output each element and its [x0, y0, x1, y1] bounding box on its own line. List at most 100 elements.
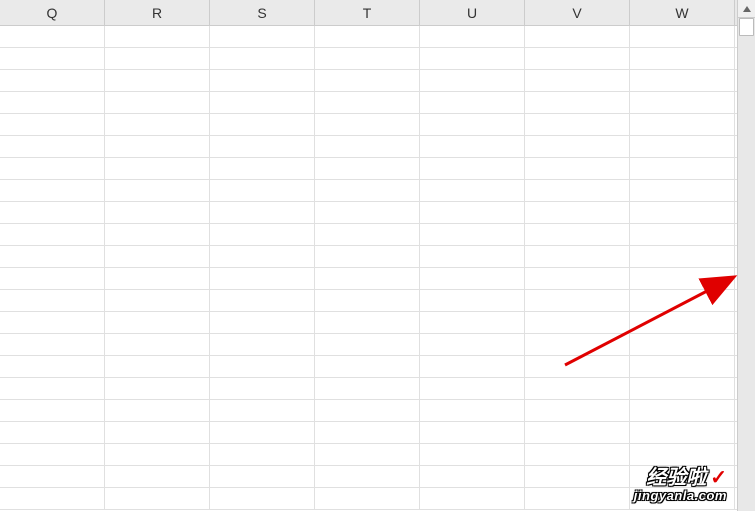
cell[interactable] [105, 180, 210, 201]
cell[interactable] [105, 334, 210, 355]
cell[interactable] [630, 378, 735, 399]
column-header-s[interactable]: S [210, 0, 315, 25]
cell[interactable] [0, 466, 105, 487]
cell[interactable] [105, 114, 210, 135]
cell[interactable] [210, 356, 315, 377]
cell[interactable] [210, 444, 315, 465]
cell[interactable] [210, 92, 315, 113]
cell[interactable] [420, 92, 525, 113]
scroll-track[interactable] [738, 18, 755, 511]
cell[interactable] [630, 246, 735, 267]
cell[interactable] [630, 444, 735, 465]
cell[interactable] [315, 268, 420, 289]
cell[interactable] [630, 70, 735, 91]
cell[interactable] [210, 70, 315, 91]
cell[interactable] [210, 158, 315, 179]
cell[interactable] [105, 290, 210, 311]
column-header-v[interactable]: V [525, 0, 630, 25]
cell[interactable] [105, 356, 210, 377]
cell[interactable] [315, 70, 420, 91]
cell[interactable] [210, 202, 315, 223]
cell[interactable] [420, 136, 525, 157]
cell[interactable] [420, 48, 525, 69]
cell[interactable] [105, 224, 210, 245]
cell[interactable] [210, 224, 315, 245]
cell[interactable] [420, 378, 525, 399]
cell[interactable] [105, 444, 210, 465]
cell[interactable] [315, 158, 420, 179]
cell[interactable] [0, 202, 105, 223]
cell[interactable] [630, 268, 735, 289]
cell[interactable] [105, 202, 210, 223]
cell[interactable] [315, 48, 420, 69]
cell[interactable] [0, 180, 105, 201]
cell[interactable] [630, 136, 735, 157]
cell[interactable] [210, 268, 315, 289]
cell[interactable] [105, 378, 210, 399]
cell[interactable] [630, 466, 735, 487]
cell[interactable] [525, 488, 630, 509]
cell[interactable] [315, 180, 420, 201]
cell[interactable] [315, 356, 420, 377]
cell[interactable] [0, 290, 105, 311]
cell[interactable] [105, 48, 210, 69]
cell[interactable] [420, 400, 525, 421]
cell[interactable] [525, 312, 630, 333]
cell[interactable] [525, 48, 630, 69]
cell[interactable] [420, 422, 525, 443]
cell[interactable] [105, 136, 210, 157]
cell[interactable] [420, 158, 525, 179]
cell[interactable] [105, 312, 210, 333]
cell[interactable] [525, 70, 630, 91]
scroll-thumb[interactable] [739, 18, 754, 36]
cell[interactable] [420, 290, 525, 311]
cell[interactable] [420, 202, 525, 223]
cell[interactable] [315, 444, 420, 465]
cell[interactable] [105, 158, 210, 179]
cell[interactable] [420, 268, 525, 289]
cell[interactable] [315, 114, 420, 135]
cell[interactable] [210, 422, 315, 443]
cell[interactable] [315, 92, 420, 113]
cell[interactable] [0, 158, 105, 179]
cell[interactable] [525, 92, 630, 113]
cell[interactable] [630, 48, 735, 69]
cell[interactable] [210, 114, 315, 135]
cell[interactable] [210, 26, 315, 47]
cell[interactable] [210, 180, 315, 201]
cell[interactable] [630, 114, 735, 135]
cell[interactable] [210, 290, 315, 311]
cell[interactable] [315, 202, 420, 223]
cell[interactable] [630, 180, 735, 201]
cell[interactable] [315, 312, 420, 333]
cell[interactable] [525, 158, 630, 179]
cell[interactable] [0, 246, 105, 267]
cell[interactable] [0, 48, 105, 69]
cell[interactable] [315, 224, 420, 245]
cell[interactable] [0, 488, 105, 509]
cell[interactable] [0, 114, 105, 135]
column-header-r[interactable]: R [105, 0, 210, 25]
cell[interactable] [525, 422, 630, 443]
cell[interactable] [315, 334, 420, 355]
cell[interactable] [630, 312, 735, 333]
cell[interactable] [210, 488, 315, 509]
cell[interactable] [525, 202, 630, 223]
cell[interactable] [105, 246, 210, 267]
cell[interactable] [105, 488, 210, 509]
cell[interactable] [105, 466, 210, 487]
cell[interactable] [315, 378, 420, 399]
cell[interactable] [420, 488, 525, 509]
cell[interactable] [630, 422, 735, 443]
cell[interactable] [0, 378, 105, 399]
cell[interactable] [525, 246, 630, 267]
cell[interactable] [0, 312, 105, 333]
cell[interactable] [420, 70, 525, 91]
cell[interactable] [105, 400, 210, 421]
cell[interactable] [315, 466, 420, 487]
cell[interactable] [525, 466, 630, 487]
cell[interactable] [525, 268, 630, 289]
cell[interactable] [630, 224, 735, 245]
cell[interactable] [630, 334, 735, 355]
cell[interactable] [210, 312, 315, 333]
